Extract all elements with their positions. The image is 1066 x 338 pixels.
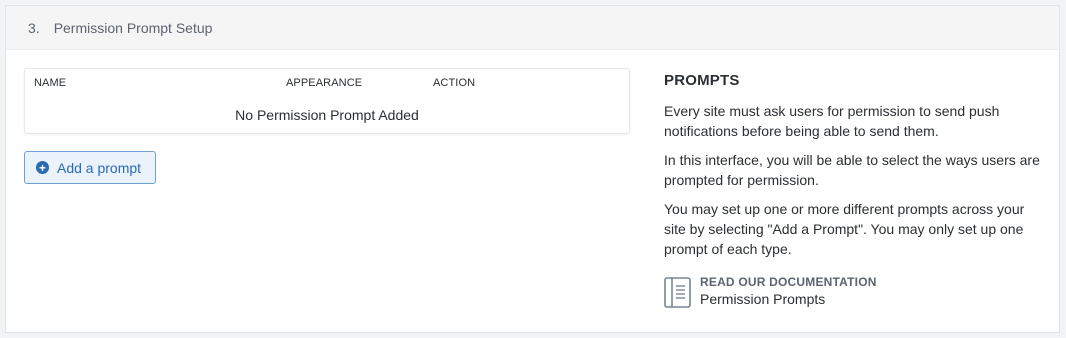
documentation-text: READ OUR DOCUMENTATION Permission Prompt… xyxy=(700,275,877,307)
prompts-table: NAME APPEARANCE ACTION No Permission Pro… xyxy=(24,68,630,134)
section-title: Permission Prompt Setup xyxy=(53,19,213,36)
prompts-info: PROMPTS Every site must ask users for pe… xyxy=(664,72,1044,308)
info-paragraph: Every site must ask users for permission… xyxy=(664,103,1000,139)
plus-circle-icon: + xyxy=(36,161,49,174)
info-heading: PROMPTS xyxy=(664,72,740,89)
documentation-book-icon xyxy=(664,277,691,308)
empty-table-message: No Permission Prompt Added xyxy=(235,107,419,123)
column-header-action: ACTION xyxy=(433,77,476,89)
add-prompt-button[interactable]: + Add a prompt xyxy=(24,151,156,184)
info-paragraph: You may set up one or more different pro… xyxy=(664,201,1025,257)
panel-body: NAME APPEARANCE ACTION No Permission Pro… xyxy=(6,50,1059,332)
section-number: 3. xyxy=(28,19,40,36)
documentation-label: READ OUR DOCUMENTATION xyxy=(700,275,877,289)
column-header-appearance: APPEARANCE xyxy=(286,77,363,89)
add-prompt-label: Add a prompt xyxy=(57,159,142,176)
documentation-link[interactable]: READ OUR DOCUMENTATION Permission Prompt… xyxy=(664,275,1044,308)
column-header-name: NAME xyxy=(34,77,67,89)
info-paragraph: In this interface, you will be able to s… xyxy=(664,152,1040,188)
documentation-title[interactable]: Permission Prompts xyxy=(700,291,877,307)
section-header: 3. Permission Prompt Setup xyxy=(6,6,1059,50)
permission-prompt-setup-panel: 3. Permission Prompt Setup NAME APPEARAN… xyxy=(5,5,1060,333)
